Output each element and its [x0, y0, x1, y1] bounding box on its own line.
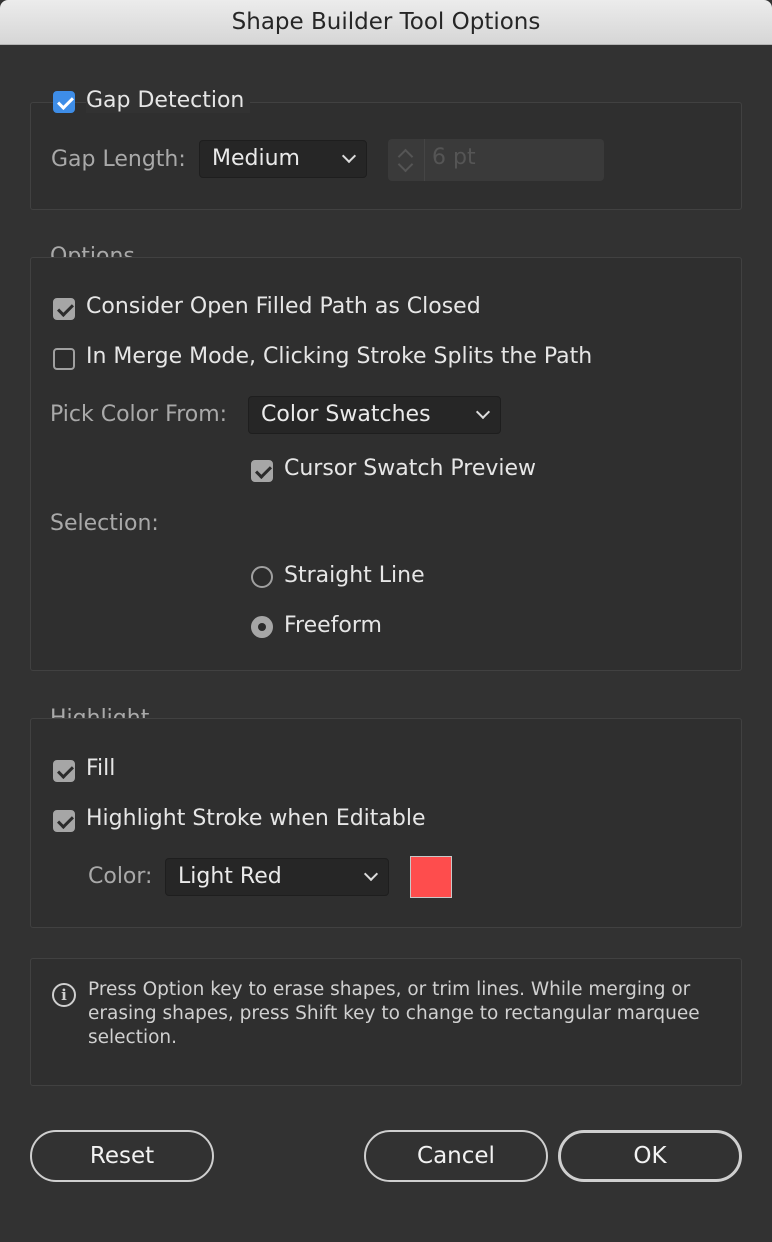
chevron-down-icon [475, 404, 491, 420]
gap-length-stepper: 6 pt [388, 139, 604, 181]
cancel-button[interactable]: Cancel [364, 1130, 548, 1182]
straight-line-radio[interactable] [251, 566, 273, 588]
gap-length-stepper-value: 6 pt [432, 145, 476, 170]
merge-mode-checkbox[interactable] [53, 348, 75, 370]
highlight-color-swatch[interactable] [410, 856, 452, 898]
highlight-stroke-label: Highlight Stroke when Editable [86, 806, 426, 831]
highlight-stroke-checkbox[interactable] [53, 810, 75, 832]
highlight-color-select[interactable]: Light Red [165, 858, 389, 896]
info-text: Press Option key to erase shapes, or tri… [88, 979, 700, 1048]
gap-detection-label: Gap Detection [86, 88, 251, 113]
merge-mode-label: In Merge Mode, Clicking Stroke Splits th… [86, 344, 593, 369]
window-title: Shape Builder Tool Options [0, 0, 772, 45]
highlight-color-value: Light Red [178, 864, 282, 889]
chevron-down-icon [341, 148, 357, 164]
cursor-preview-label: Cursor Swatch Preview [284, 456, 537, 481]
pick-color-value: Color Swatches [261, 402, 431, 427]
fill-label: Fill [86, 756, 116, 781]
freeform-radio[interactable] [251, 616, 273, 638]
consider-open-label: Consider Open Filled Path as Closed [86, 294, 481, 319]
chevron-down-icon [363, 866, 379, 882]
reset-button[interactable]: Reset [30, 1130, 214, 1182]
gap-detection-checkbox[interactable] [53, 91, 75, 113]
gap-length-value: Medium [212, 146, 300, 171]
gap-length-label: Gap Length: [51, 147, 186, 172]
gap-length-select[interactable]: Medium [199, 140, 367, 178]
straight-line-label: Straight Line [284, 563, 425, 588]
selection-label: Selection: [50, 511, 159, 536]
fill-checkbox[interactable] [53, 760, 75, 782]
stepper-arrows-icon [388, 139, 425, 181]
cursor-preview-checkbox[interactable] [251, 460, 273, 482]
color-label: Color: [88, 864, 153, 889]
pick-color-select[interactable]: Color Swatches [248, 396, 501, 434]
consider-open-checkbox[interactable] [53, 298, 75, 320]
freeform-label: Freeform [284, 613, 382, 638]
ok-button[interactable]: OK [558, 1130, 742, 1182]
pick-color-label: Pick Color From: [50, 402, 228, 427]
info-icon: i [52, 983, 76, 1007]
